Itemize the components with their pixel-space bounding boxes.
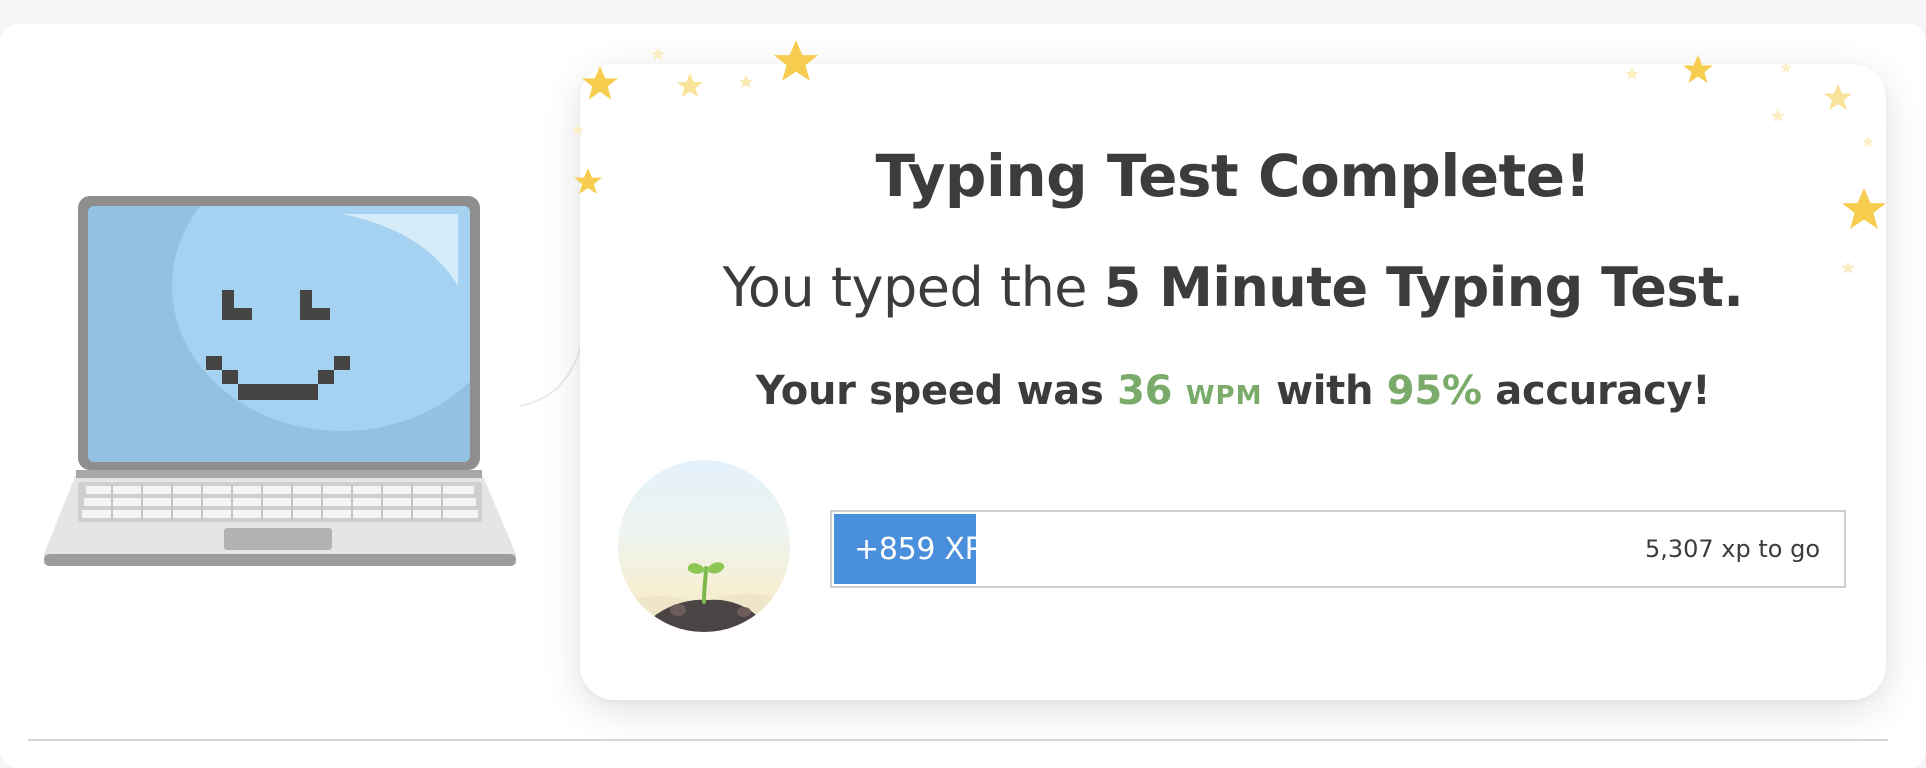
speed-summary: Your speed was 36 WPM with 95% accuracy!: [580, 368, 1886, 414]
divider: [28, 739, 1888, 741]
xp-progress-fill: +859 XP Gained: [834, 514, 976, 584]
smiling-laptop-icon: [44, 196, 516, 566]
xp-gained-label: +859 XP Gained: [854, 531, 976, 567]
xp-to-go-label: 5,307 xp to go: [1644, 535, 1820, 563]
seedling-avatar-icon: [618, 460, 790, 632]
with-text: with: [1276, 368, 1374, 414]
accuracy-value: 95%: [1386, 368, 1482, 414]
xp-progress-bar: +859 XP Gained 5,307 xp to go: [830, 510, 1846, 588]
subtitle-prefix: You typed the: [722, 256, 1088, 319]
result-title: Typing Test Complete!: [875, 142, 1591, 210]
test-summary: You typed the 5 Minute Typing Test.: [580, 256, 1886, 319]
wpm-value: 36: [1117, 368, 1173, 414]
test-name: 5 Minute Typing Test.: [1103, 256, 1744, 319]
wpm-unit: WPM: [1185, 381, 1263, 411]
speed-prefix: Your speed was: [755, 368, 1104, 414]
accuracy-suffix: accuracy!: [1495, 368, 1711, 414]
